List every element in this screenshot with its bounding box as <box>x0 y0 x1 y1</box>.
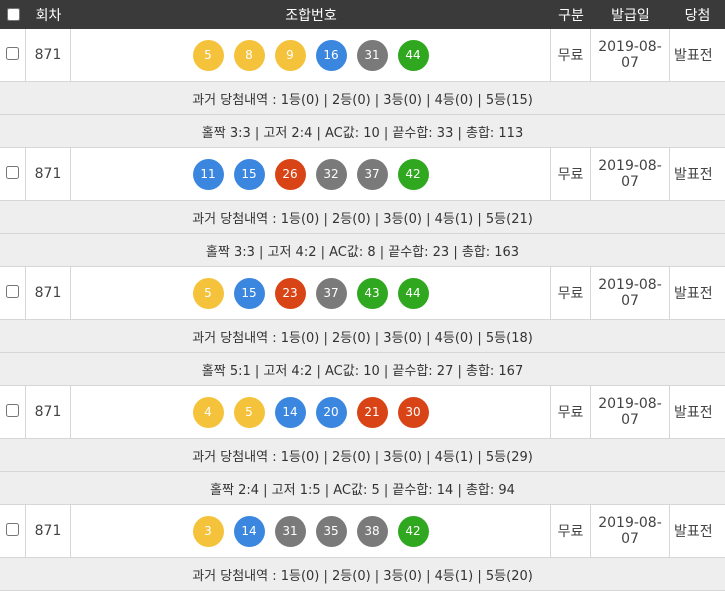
combination-stats: 홀짝 2:4 | 고저 1:5 | AC값: 5 | 끝수합: 14 | 총합:… <box>0 472 725 505</box>
ticket-round: 871 <box>26 29 71 81</box>
ticket-round: 871 <box>26 505 71 557</box>
ticket-numbers: 3 14 31 35 38 42 <box>71 505 551 557</box>
combination-stats: 홀짝 3:3 | 고저 4:2 | AC값: 8 | 끝수합: 23 | 총합:… <box>0 234 725 267</box>
number-ball: 4 <box>192 396 224 428</box>
ticket-result: 발표전 <box>674 405 713 421</box>
select-all-cell <box>0 0 26 29</box>
ticket-date: 2019-08-07 <box>591 267 670 319</box>
ticket-row: 871 5 8 9 16 31 44 무료 2019-08-07 발표전 <box>0 29 725 82</box>
ticket-round: 871 <box>26 267 71 319</box>
ticket-checkbox[interactable] <box>6 166 19 179</box>
number-balls: 5 15 23 37 43 44 <box>192 277 429 309</box>
number-ball: 5 <box>233 396 265 428</box>
number-ball: 15 <box>233 277 265 309</box>
ticket-row: 871 3 14 31 35 38 42 무료 2019-08-07 발표전 <box>0 505 725 558</box>
ticket-result: 발표전 <box>674 524 713 540</box>
header-result: 당첨 <box>684 7 711 24</box>
winning-history: 과거 당첨내역 : 1등(0) | 2등(0) | 3등(0) | 4등(0) … <box>0 82 725 115</box>
ticket-checkbox[interactable] <box>6 285 19 298</box>
ticket-numbers: 5 8 9 16 31 44 <box>71 29 551 81</box>
ticket-select-cell <box>0 267 26 319</box>
number-ball: 3 <box>192 515 224 547</box>
number-balls: 3 14 31 35 38 42 <box>192 515 429 547</box>
ticket-round: 871 <box>26 386 71 438</box>
ticket-checkbox[interactable] <box>6 404 19 417</box>
ticket-date: 2019-08-07 <box>591 386 670 438</box>
ticket-result: 발표전 <box>674 48 713 64</box>
number-ball: 32 <box>315 158 347 190</box>
number-balls: 4 5 14 20 21 30 <box>192 396 429 428</box>
number-ball: 26 <box>274 158 306 190</box>
ticket-select-cell <box>0 386 26 438</box>
ticket-select-cell <box>0 148 26 200</box>
number-ball: 8 <box>233 39 265 71</box>
ticket-date: 2019-08-07 <box>591 29 670 81</box>
header-date: 발급일 <box>611 7 650 24</box>
table-body: 871 5 8 9 16 31 44 무료 2019-08-07 발표전 과거 당첨내역 : 1등(… <box>0 29 725 591</box>
number-ball: 16 <box>315 39 347 71</box>
number-ball: 5 <box>192 277 224 309</box>
number-ball: 42 <box>397 158 429 190</box>
ticket-date: 2019-08-07 <box>591 505 670 557</box>
number-ball: 5 <box>192 39 224 71</box>
number-ball: 38 <box>356 515 388 547</box>
ticket-row: 871 5 15 23 37 43 44 무료 2019-08-07 발표전 <box>0 267 725 320</box>
number-ball: 44 <box>397 39 429 71</box>
number-ball: 43 <box>356 277 388 309</box>
ticket-row: 871 11 15 26 32 37 42 무료 2019-08-07 발표전 <box>0 148 725 201</box>
ticket-row: 871 4 5 14 20 21 30 무료 2019-08-07 발표전 <box>0 386 725 439</box>
number-ball: 44 <box>397 277 429 309</box>
header-numbers: 조합번호 <box>285 7 337 24</box>
ticket-result: 발표전 <box>674 286 713 302</box>
header-type: 구분 <box>558 7 584 24</box>
ticket-type: 무료 <box>551 386 591 438</box>
select-all-checkbox[interactable] <box>6 8 20 21</box>
winning-history: 과거 당첨내역 : 1등(0) | 2등(0) | 3등(0) | 4등(1) … <box>0 558 725 591</box>
ticket-type: 무료 <box>551 505 591 557</box>
ticket-type: 무료 <box>551 148 591 200</box>
number-ball: 21 <box>356 396 388 428</box>
ticket-checkbox[interactable] <box>6 47 19 60</box>
number-ball: 37 <box>315 277 347 309</box>
ticket-numbers: 5 15 23 37 43 44 <box>71 267 551 319</box>
ticket-numbers: 4 5 14 20 21 30 <box>71 386 551 438</box>
number-ball: 31 <box>274 515 306 547</box>
number-ball: 11 <box>192 158 224 190</box>
number-balls: 5 8 9 16 31 44 <box>192 39 429 71</box>
ticket-date: 2019-08-07 <box>591 148 670 200</box>
winning-history: 과거 당첨내역 : 1등(0) | 2등(0) | 3등(0) | 4등(1) … <box>0 201 725 234</box>
ticket-result: 발표전 <box>674 167 713 183</box>
number-balls: 11 15 26 32 37 42 <box>192 158 429 190</box>
ticket-type: 무료 <box>551 29 591 81</box>
ticket-select-cell <box>0 505 26 557</box>
combination-stats: 홀짝 3:3 | 고저 2:4 | AC값: 10 | 끝수합: 33 | 총합… <box>0 115 725 148</box>
number-ball: 35 <box>315 515 347 547</box>
number-ball: 42 <box>397 515 429 547</box>
ticket-type: 무료 <box>551 267 591 319</box>
number-ball: 30 <box>397 396 429 428</box>
number-ball: 14 <box>233 515 265 547</box>
ticket-checkbox[interactable] <box>6 523 19 536</box>
table-header: 회차 조합번호 구분 발급일 당첨 <box>0 0 725 29</box>
ticket-round: 871 <box>26 148 71 200</box>
number-ball: 15 <box>233 158 265 190</box>
winning-history: 과거 당첨내역 : 1등(0) | 2등(0) | 3등(0) | 4등(0) … <box>0 320 725 353</box>
winning-history: 과거 당첨내역 : 1등(0) | 2등(0) | 3등(0) | 4등(1) … <box>0 439 725 472</box>
number-ball: 20 <box>315 396 347 428</box>
number-ball: 31 <box>356 39 388 71</box>
number-ball: 23 <box>274 277 306 309</box>
number-ball: 9 <box>274 39 306 71</box>
header-round: 회차 <box>35 7 62 24</box>
ticket-select-cell <box>0 29 26 81</box>
lotto-combination-table: 회차 조합번호 구분 발급일 당첨 871 5 8 9 16 31 44 무료 2019-08-… <box>0 0 725 598</box>
number-ball: 37 <box>356 158 388 190</box>
ticket-numbers: 11 15 26 32 37 42 <box>71 148 551 200</box>
number-ball: 14 <box>274 396 306 428</box>
combination-stats: 홀짝 5:1 | 고저 4:2 | AC값: 10 | 끝수합: 27 | 총합… <box>0 353 725 386</box>
